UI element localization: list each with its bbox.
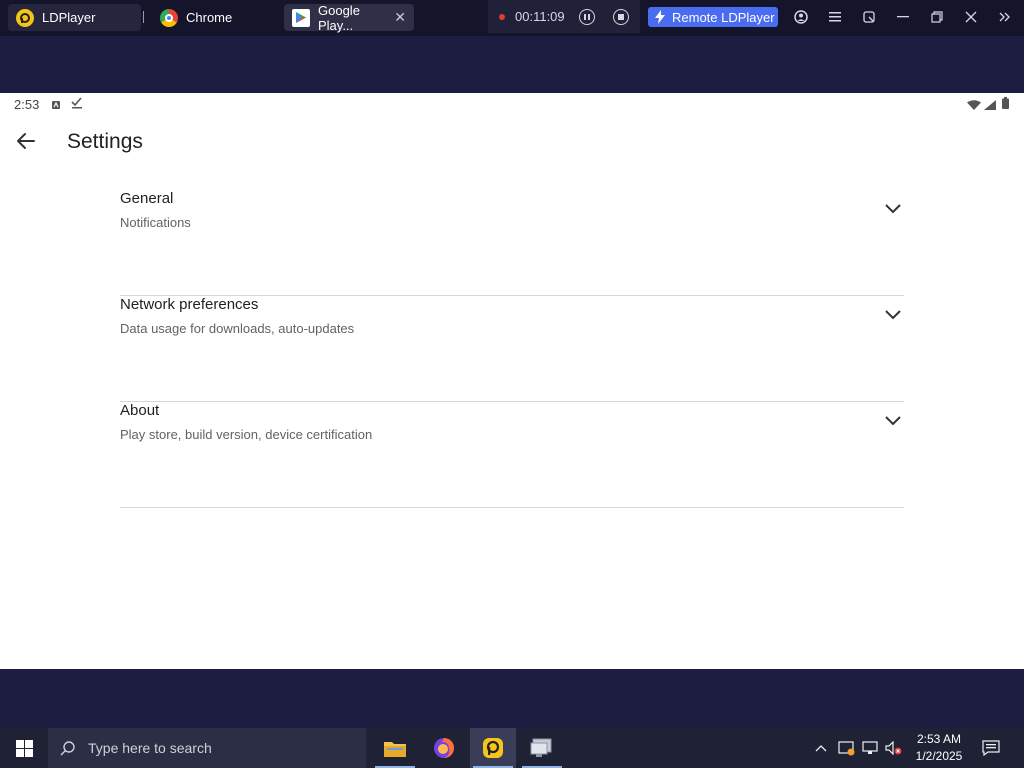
fullscreen-icon[interactable] [860, 8, 878, 26]
recording-controls: 00:11:09 [488, 0, 640, 33]
ldplayer-icon [16, 8, 34, 27]
android-screen: 2:53 Settings General Notifications Netw… [0, 93, 1024, 669]
lightning-icon [655, 10, 665, 24]
restore-icon[interactable] [928, 8, 946, 26]
back-arrow-icon[interactable] [14, 129, 38, 153]
setting-item-about[interactable]: About Play store, build version, device … [120, 402, 904, 508]
setting-title: General [120, 190, 174, 207]
tab-chrome[interactable]: Chrome [152, 4, 280, 31]
taskbar-search-box[interactable]: Type here to search [48, 728, 366, 768]
setting-item-general[interactable]: General Notifications [120, 190, 904, 296]
update-notification-icon[interactable] [838, 728, 856, 768]
remote-label: Remote LDPlayer [672, 9, 775, 25]
setting-subtitle: Data usage for downloads, auto-updates [120, 321, 355, 336]
menu-icon[interactable] [826, 8, 844, 26]
wifi-icon [967, 98, 981, 113]
chevron-down-icon[interactable] [884, 309, 902, 321]
app-bar: Settings [0, 121, 1024, 161]
firefox-icon[interactable] [421, 728, 467, 768]
remote-ldplayer-button[interactable]: Remote LDPlayer [648, 7, 778, 27]
tab-ldplayer[interactable]: LDPlayer [8, 4, 141, 31]
chrome-icon [160, 8, 178, 27]
android-status-bar: 2:53 [0, 93, 1024, 115]
account-icon[interactable] [792, 8, 810, 26]
clock-date: 1/2/2025 [915, 749, 963, 763]
show-hidden-icons-icon[interactable] [815, 728, 827, 768]
clock-time: 2:53 AM [916, 732, 962, 746]
search-placeholder: Type here to search [88, 740, 212, 756]
tab-separator [143, 11, 144, 23]
battery-icon [1002, 97, 1009, 112]
setting-title: About [120, 402, 160, 419]
minimize-icon[interactable] [894, 8, 912, 26]
windows-start-icon[interactable] [0, 728, 48, 768]
chevron-down-icon[interactable] [884, 203, 902, 215]
search-icon [60, 741, 75, 756]
emulator-title-bar: LDPlayer Chrome Google Play... ✕ 00:11:0… [0, 0, 1024, 36]
tab-label: LDPlayer [42, 10, 96, 25]
recording-dot-icon [499, 13, 505, 20]
windows-taskbar: Type here to search 2:53 AM 1/2/2025 [0, 728, 1024, 768]
stop-icon[interactable] [613, 9, 629, 25]
expand-sidebar-icon[interactable] [996, 8, 1014, 26]
volume-muted-icon[interactable] [885, 728, 903, 768]
notification-icon [51, 98, 61, 113]
taskbar-clock[interactable]: 2:53 AM 1/2/2025 [908, 731, 970, 765]
file-explorer-icon[interactable] [372, 728, 418, 768]
download-done-icon [71, 97, 83, 112]
pause-icon[interactable] [579, 9, 595, 25]
recording-timer: 00:11:09 [515, 9, 565, 24]
close-window-icon[interactable] [962, 8, 980, 26]
close-tab-icon[interactable]: ✕ [394, 9, 406, 26]
remote-desktop-icon[interactable] [519, 728, 565, 768]
google-play-icon [292, 8, 310, 27]
tab-label: Chrome [186, 10, 233, 25]
setting-subtitle: Play store, build version, device certif… [120, 427, 373, 442]
notification-center-icon[interactable] [982, 728, 1000, 768]
network-icon[interactable] [862, 728, 878, 768]
ldplayer-taskbar-icon[interactable] [470, 728, 516, 768]
chevron-down-icon[interactable] [884, 415, 902, 427]
tab-label: Google Play... [318, 2, 360, 33]
status-time: 2:53 [14, 97, 40, 112]
signal-icon [984, 98, 996, 113]
page-title: Settings [67, 130, 143, 153]
setting-item-network-preferences[interactable]: Network preferences Data usage for downl… [120, 296, 904, 402]
setting-subtitle: Notifications [120, 215, 191, 230]
tab-google-play[interactable]: Google Play... ✕ [284, 2, 414, 33]
setting-title: Network preferences [120, 296, 259, 313]
